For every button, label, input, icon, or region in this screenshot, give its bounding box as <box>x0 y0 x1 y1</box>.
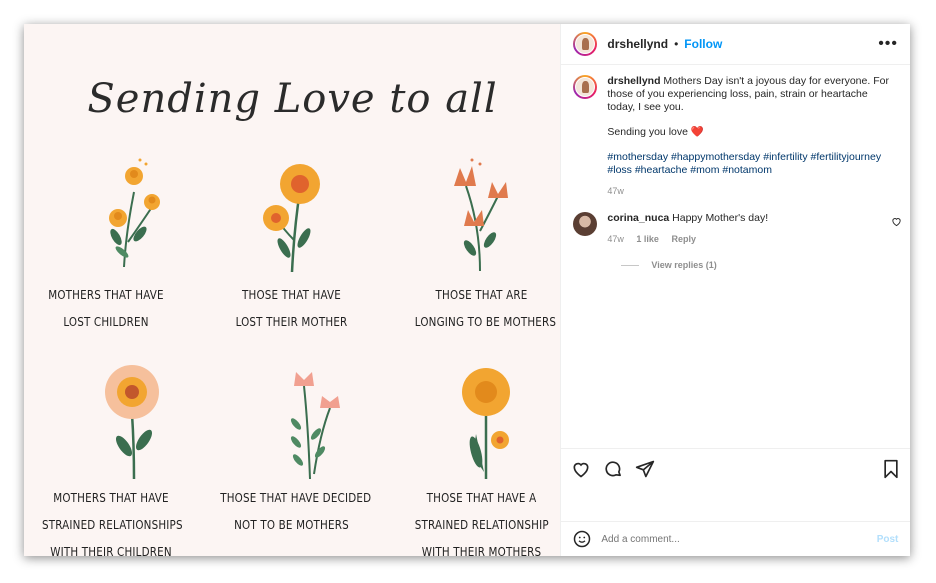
view-replies-button[interactable]: View replies (1) <box>621 260 898 270</box>
caption-age: 47w <box>607 186 624 196</box>
post-image[interactable]: Sending Love to all MOTHERS THAT HAVE LO… <box>24 24 562 556</box>
emoji-icon[interactable] <box>573 530 591 548</box>
comment-text-block: corina_nuca Happy Mother's day! 47w 1 li… <box>607 212 867 246</box>
reply-button[interactable]: Reply <box>671 234 696 244</box>
separator-dot: • <box>674 37 679 51</box>
post-image-caption: THOSE THAT HAVE LOST THEIR MOTHER <box>235 287 348 329</box>
heart-icon[interactable] <box>571 459 591 479</box>
share-icon[interactable] <box>635 459 655 479</box>
post-image-caption: MOTHERS THAT HAVE LOST CHILDREN <box>48 287 164 329</box>
flower-illustration <box>105 365 159 480</box>
post-image-caption: THOSE THAT HAVE DECIDED NOT TO BE MOTHER… <box>220 490 372 532</box>
post-comment-button[interactable]: Post <box>877 534 899 545</box>
post-image-headline: Sending Love to all <box>87 76 498 122</box>
avatar[interactable] <box>573 75 598 99</box>
flower-illustration <box>454 158 508 272</box>
heart-icon[interactable] <box>891 216 902 227</box>
add-comment-bar: Post <box>561 521 911 556</box>
comment-username[interactable]: corina_nuca <box>607 212 669 224</box>
post-frame: Sending Love to all MOTHERS THAT HAVE LO… <box>24 24 911 556</box>
add-comment-input[interactable] <box>601 533 852 545</box>
comment-likes[interactable]: 1 like <box>636 234 659 244</box>
view-replies-line <box>621 264 640 266</box>
caption-hashtags[interactable]: #mothersday #happymothersday #infertilit… <box>607 151 892 177</box>
comment-row: corina_nuca Happy Mother's day! 47w 1 li… <box>573 212 898 246</box>
caption-username[interactable]: drshellynd <box>607 75 660 87</box>
comment-age: 47w <box>607 234 624 244</box>
avatar-photo <box>575 34 596 54</box>
avatar[interactable] <box>573 212 598 236</box>
avatar-photo <box>575 77 596 97</box>
post-comments-area: drshellynd Mothers Day isn't a joyous da… <box>561 65 910 445</box>
view-replies-label: View replies (1) <box>651 260 717 270</box>
avatar[interactable] <box>573 32 598 56</box>
action-bar <box>561 448 911 488</box>
more-options-icon[interactable]: ••• <box>878 35 898 53</box>
flower-illustration <box>109 158 160 268</box>
caption-row: drshellynd Mothers Day isn't a joyous da… <box>573 75 898 198</box>
follow-button[interactable]: Follow <box>684 37 722 51</box>
flower-illustration <box>290 372 340 480</box>
comment-icon[interactable] <box>603 459 623 479</box>
comment-meta: 47w 1 like Reply <box>607 233 867 246</box>
caption-love-line: Sending you love ❤️ <box>607 126 704 138</box>
comment-text: Happy Mother's day! <box>672 212 769 224</box>
flower-illustration <box>263 164 320 273</box>
header-username[interactable]: drshellynd <box>607 37 668 51</box>
post-image-caption: THOSE THAT HAVE A STRAINED RELATIONSHIP … <box>414 490 549 556</box>
post-header: drshellynd • Follow ••• <box>561 24 910 65</box>
bookmark-icon[interactable] <box>882 459 900 479</box>
post-image-caption: MOTHERS THAT HAVE STRAINED RELATIONSHIPS… <box>42 490 183 556</box>
post-image-caption: THOSE THAT ARE LONGING TO BE MOTHERS <box>414 287 557 329</box>
caption-text-block: drshellynd Mothers Day isn't a joyous da… <box>607 75 892 198</box>
flower-illustration <box>462 368 510 480</box>
post-sidebar: drshellynd • Follow ••• drshellynd Mothe… <box>561 24 911 556</box>
